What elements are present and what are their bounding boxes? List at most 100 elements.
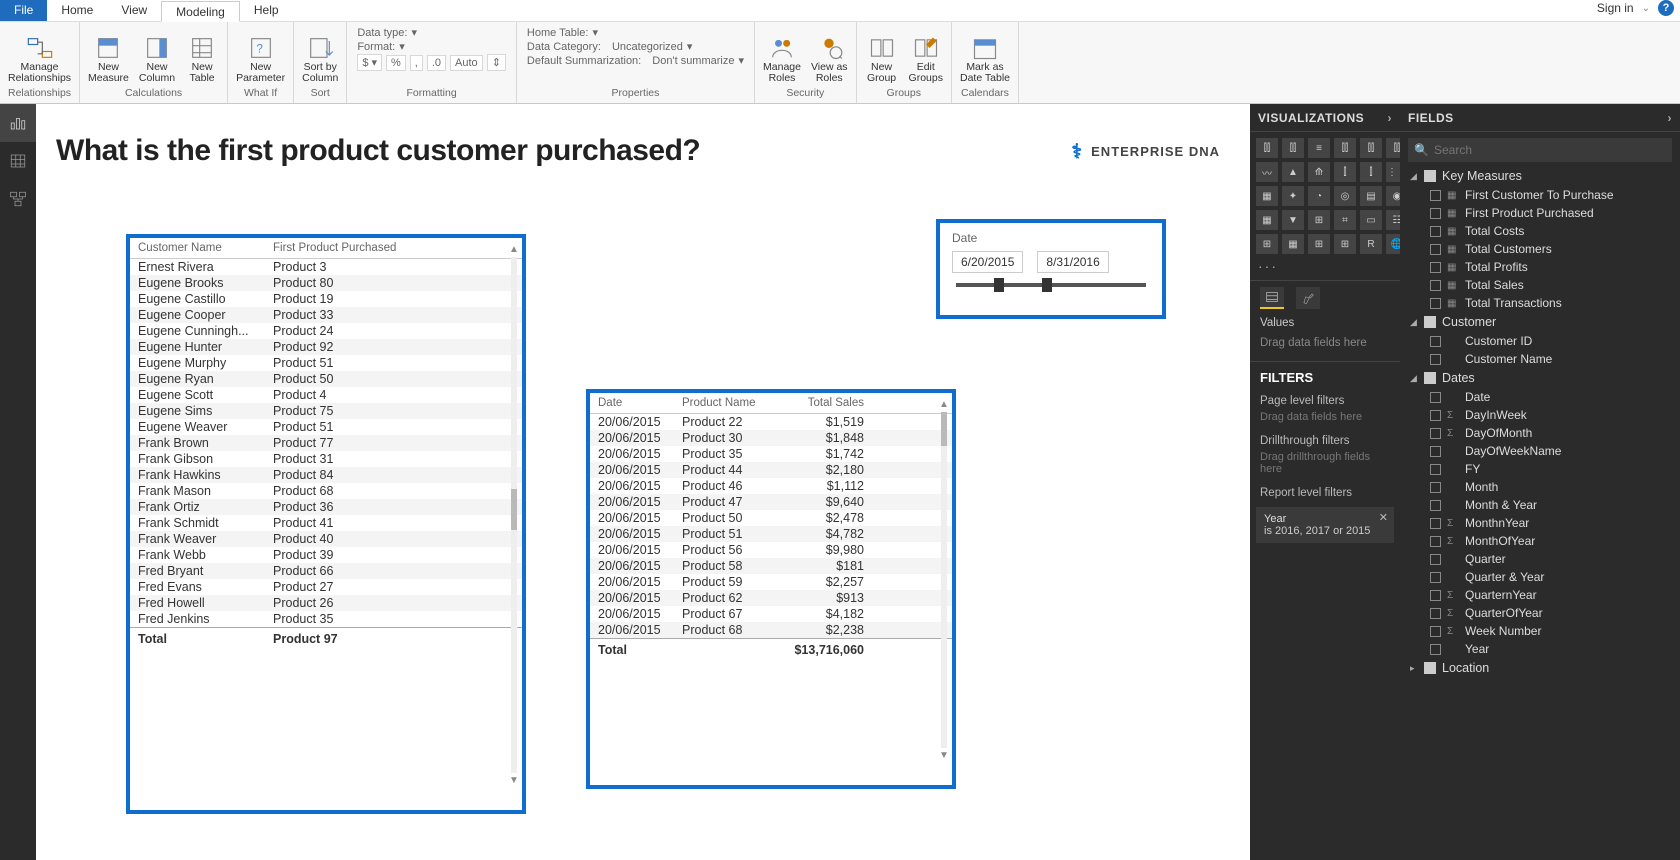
viz-type-28[interactable]: R xyxy=(1360,234,1382,254)
table-row[interactable]: 20/06/2015Product 47$9,640 xyxy=(590,494,952,510)
new-group-button[interactable]: New Group xyxy=(861,24,903,86)
field-item[interactable]: ▦First Product Purchased xyxy=(1400,204,1680,222)
data-category-value[interactable]: Uncategorized xyxy=(612,41,683,53)
viz-type-15[interactable]: ◎ xyxy=(1334,186,1356,206)
field-checkbox[interactable] xyxy=(1430,500,1441,511)
field-item[interactable]: ▦Total Customers xyxy=(1400,240,1680,258)
viz-type-9[interactable]: ⫿ xyxy=(1334,162,1356,182)
field-checkbox[interactable] xyxy=(1430,626,1441,637)
viz-type-25[interactable]: ▦ xyxy=(1282,234,1304,254)
new-parameter-button[interactable]: ?New Parameter xyxy=(232,24,289,86)
viz-type-18[interactable]: ▦ xyxy=(1256,210,1278,230)
table-row[interactable]: Frank SchmidtProduct 41 xyxy=(130,515,522,531)
table-row[interactable]: Frank GibsonProduct 31 xyxy=(130,451,522,467)
fields-table[interactable]: ◢Key Measures xyxy=(1400,166,1680,186)
menu-help[interactable]: Help xyxy=(240,0,293,21)
field-checkbox[interactable] xyxy=(1430,446,1441,457)
table-row[interactable]: Fred JenkinsProduct 35 xyxy=(130,611,522,627)
data-view-tab[interactable] xyxy=(0,142,36,180)
mark-as-date-table-button[interactable]: Mark as Date Table xyxy=(956,24,1014,86)
menu-view[interactable]: View xyxy=(107,0,161,21)
field-item[interactable]: ▦Total Sales xyxy=(1400,276,1680,294)
col-total-sales[interactable]: Total Sales xyxy=(778,397,864,409)
table-row[interactable]: Frank WeaverProduct 40 xyxy=(130,531,522,547)
field-item[interactable]: ΣQuarternYear xyxy=(1400,586,1680,604)
sort-by-column-button[interactable]: Sort by Column xyxy=(298,24,342,86)
drillthrough-drop[interactable]: Drag drillthrough fields here xyxy=(1250,449,1400,483)
table-row[interactable]: Eugene HunterProduct 92 xyxy=(130,339,522,355)
format-tab[interactable] xyxy=(1296,287,1320,309)
field-checkbox[interactable] xyxy=(1430,280,1441,291)
decimals-button[interactable]: .0 xyxy=(427,55,446,71)
viz-type-1[interactable]: ⫿⫿ xyxy=(1282,138,1304,158)
field-item[interactable]: ▦Total Costs xyxy=(1400,222,1680,240)
viz-type-21[interactable]: ⌗ xyxy=(1334,210,1356,230)
field-checkbox[interactable] xyxy=(1430,464,1441,475)
table-row[interactable]: Eugene MurphyProduct 51 xyxy=(130,355,522,371)
field-item[interactable]: Quarter & Year xyxy=(1400,568,1680,586)
field-checkbox[interactable] xyxy=(1430,554,1441,565)
field-checkbox[interactable] xyxy=(1430,572,1441,583)
date-product-sales-table[interactable]: DateProduct NameTotal Sales 20/06/2015Pr… xyxy=(586,389,956,789)
viz-type-10[interactable]: ⫿ xyxy=(1360,162,1382,182)
table-row[interactable]: 20/06/2015Product 46$1,112 xyxy=(590,478,952,494)
table-row[interactable]: Eugene CooperProduct 33 xyxy=(130,307,522,323)
field-item[interactable]: Quarter xyxy=(1400,550,1680,568)
collapse-viz-icon[interactable]: › xyxy=(1388,111,1393,125)
view-as-roles-button[interactable]: View as Roles xyxy=(807,24,852,86)
col-first-product[interactable]: First Product Purchased xyxy=(273,242,443,254)
field-item[interactable]: ΣDayInWeek xyxy=(1400,406,1680,424)
auto-decimals[interactable]: Auto xyxy=(450,55,483,71)
viz-type-14[interactable]: ◔ xyxy=(1308,186,1330,206)
field-checkbox[interactable] xyxy=(1430,298,1441,309)
table2-scrollbar[interactable]: ▲▼ xyxy=(939,399,949,761)
new-column-button[interactable]: New Column xyxy=(135,24,179,86)
table-row[interactable]: Frank HawkinsProduct 84 xyxy=(130,467,522,483)
field-item[interactable]: ▦Total Profits xyxy=(1400,258,1680,276)
fields-table[interactable]: ▸Location xyxy=(1400,658,1680,678)
field-checkbox[interactable] xyxy=(1430,536,1441,547)
field-checkbox[interactable] xyxy=(1430,608,1441,619)
viz-type-8[interactable]: ⟰ xyxy=(1308,162,1330,182)
table-row[interactable]: 20/06/2015Product 44$2,180 xyxy=(590,462,952,478)
field-item[interactable]: ΣWeek Number xyxy=(1400,622,1680,640)
table-row[interactable]: Frank OrtizProduct 36 xyxy=(130,499,522,515)
field-checkbox[interactable] xyxy=(1430,208,1441,219)
new-measure-button[interactable]: New Measure xyxy=(84,24,133,86)
report-view-tab[interactable] xyxy=(0,104,36,142)
viz-type-27[interactable]: ⊞ xyxy=(1334,234,1356,254)
currency-button[interactable]: $ ▾ xyxy=(357,54,382,71)
table-row[interactable]: 20/06/2015Product 58$181 xyxy=(590,558,952,574)
collapse-fields-icon[interactable]: › xyxy=(1668,111,1673,125)
field-item[interactable]: DayOfWeekName xyxy=(1400,442,1680,460)
viz-type-7[interactable]: ▲ xyxy=(1282,162,1304,182)
percent-button[interactable]: % xyxy=(386,55,406,71)
values-drop-area[interactable]: Drag data fields here xyxy=(1250,333,1400,361)
field-item[interactable]: ΣQuarterOfYear xyxy=(1400,604,1680,622)
manage-roles-button[interactable]: Manage Roles xyxy=(759,24,805,86)
default-summarization-dropdown[interactable]: ▾ xyxy=(738,54,744,67)
edit-groups-button[interactable]: Edit Groups xyxy=(905,24,947,86)
field-checkbox[interactable] xyxy=(1430,190,1441,201)
table-row[interactable]: Frank WebbProduct 39 xyxy=(130,547,522,563)
remove-filter-icon[interactable]: ✕ xyxy=(1379,511,1388,524)
field-checkbox[interactable] xyxy=(1430,410,1441,421)
customer-first-product-table[interactable]: Customer NameFirst Product Purchased Ern… xyxy=(126,234,526,814)
field-checkbox[interactable] xyxy=(1430,244,1441,255)
table-row[interactable]: Eugene RyanProduct 50 xyxy=(130,371,522,387)
signin-link[interactable]: Sign in xyxy=(1597,1,1634,15)
slicer-from-date[interactable]: 6/20/2015 xyxy=(952,251,1023,273)
new-table-button[interactable]: New Table xyxy=(181,24,223,86)
field-checkbox[interactable] xyxy=(1430,590,1441,601)
slicer-handle-from[interactable] xyxy=(994,278,1004,292)
menu-file[interactable]: File xyxy=(0,0,47,21)
manage-relationships-button[interactable]: Manage Relationships xyxy=(4,24,75,86)
table-row[interactable]: Ernest RiveraProduct 3 xyxy=(130,259,522,275)
table-row[interactable]: Fred HowellProduct 26 xyxy=(130,595,522,611)
table-row[interactable]: Eugene ScottProduct 4 xyxy=(130,387,522,403)
field-item[interactable]: ΣMonthOfYear xyxy=(1400,532,1680,550)
field-item[interactable]: ▦First Customer To Purchase xyxy=(1400,186,1680,204)
menu-home[interactable]: Home xyxy=(47,0,107,21)
field-checkbox[interactable] xyxy=(1430,262,1441,273)
field-checkbox[interactable] xyxy=(1430,336,1441,347)
